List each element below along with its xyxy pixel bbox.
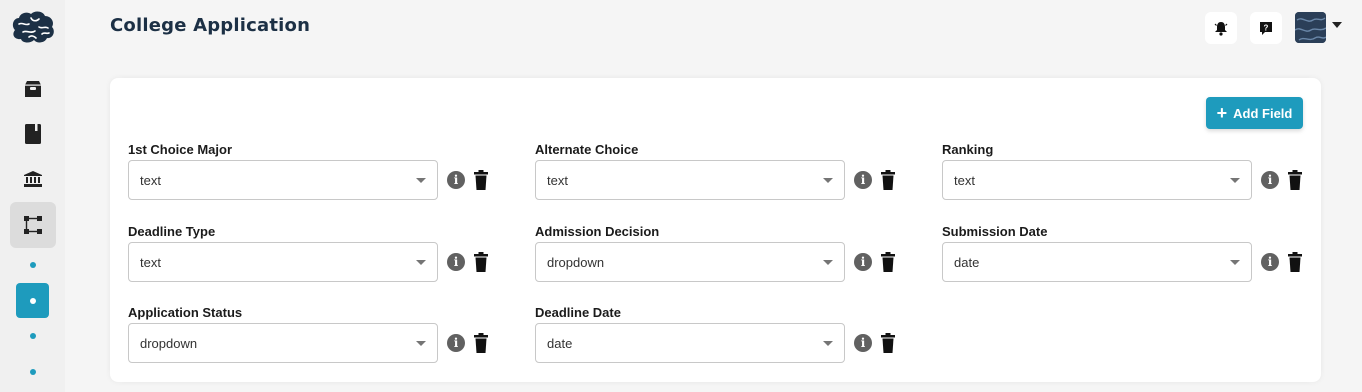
notifications-button[interactable] <box>1205 12 1237 44</box>
field-item: Deadline Type text i <box>128 224 508 294</box>
dropdown-arrow-icon <box>416 341 426 346</box>
field-type-value: date <box>954 254 980 270</box>
info-icon[interactable]: i <box>854 253 872 271</box>
sidebar-item-book[interactable] <box>10 111 56 157</box>
dropdown-arrow-icon <box>416 260 426 265</box>
add-field-label: Add Field <box>1233 105 1293 121</box>
trash-icon[interactable] <box>881 170 895 190</box>
field-label: Alternate Choice <box>535 142 639 157</box>
step-dot[interactable] <box>30 369 36 375</box>
step-dot-active[interactable] <box>16 283 49 318</box>
field-type-select[interactable]: dropdown <box>535 242 845 282</box>
trash-icon[interactable] <box>474 170 488 190</box>
field-type-select[interactable]: date <box>942 242 1252 282</box>
field-label: 1st Choice Major <box>128 142 233 157</box>
field-label: Admission Decision <box>535 224 660 239</box>
field-type-select[interactable]: text <box>128 160 438 200</box>
dropdown-arrow-icon <box>823 260 833 265</box>
page-title: College Application <box>110 15 311 36</box>
help-button[interactable]: ? <box>1250 12 1282 44</box>
bank-icon <box>24 171 42 187</box>
field-type-select[interactable]: date <box>535 323 845 363</box>
field-item: Ranking text i <box>942 142 1322 212</box>
user-avatar[interactable] <box>1295 12 1326 43</box>
field-type-value: text <box>140 172 161 188</box>
dropdown-arrow-icon <box>1230 260 1240 265</box>
info-icon[interactable]: i <box>1261 253 1279 271</box>
trash-icon[interactable] <box>474 333 488 353</box>
info-icon[interactable]: i <box>447 253 465 271</box>
dropdown-arrow-icon <box>823 178 833 183</box>
main-content: College Application ? + Add Field 1st Ch… <box>65 0 1362 392</box>
fields-card: + Add Field 1st Choice Major text i Alte… <box>110 78 1321 382</box>
field-type-value: dropdown <box>140 335 198 351</box>
info-icon[interactable]: i <box>1261 171 1279 189</box>
field-type-value: dropdown <box>547 254 605 270</box>
field-label: Ranking <box>942 142 994 157</box>
field-item: 1st Choice Major text i <box>128 142 508 212</box>
dropdown-arrow-icon <box>1230 178 1240 183</box>
brain-logo-icon[interactable] <box>9 8 57 48</box>
field-type-value: text <box>954 172 975 188</box>
sidebar <box>0 0 65 392</box>
book-icon <box>25 124 41 144</box>
sidebar-item-workflow[interactable] <box>10 202 56 248</box>
trash-icon[interactable] <box>474 252 488 272</box>
trash-icon[interactable] <box>1288 170 1302 190</box>
field-item: Deadline Date date i <box>535 305 915 375</box>
avatar-image <box>1295 12 1326 43</box>
field-label: Deadline Type <box>128 224 216 239</box>
svg-text:?: ? <box>1264 23 1269 32</box>
sidebar-item-bank[interactable] <box>10 156 56 202</box>
field-type-select[interactable]: text <box>942 160 1252 200</box>
account-menu-caret-icon[interactable] <box>1332 22 1342 28</box>
field-type-value: text <box>140 254 161 270</box>
workflow-icon <box>24 216 42 234</box>
field-label: Deadline Date <box>535 305 621 320</box>
dropdown-arrow-icon <box>823 341 833 346</box>
field-item: Submission Date date i <box>942 224 1322 294</box>
field-type-select[interactable]: text <box>128 242 438 282</box>
info-icon[interactable]: i <box>447 334 465 352</box>
step-dot[interactable] <box>30 333 36 339</box>
step-dot[interactable] <box>30 262 36 268</box>
field-type-select[interactable]: text <box>535 160 845 200</box>
add-field-button[interactable]: + Add Field <box>1206 97 1303 129</box>
field-item: Admission Decision dropdown i <box>535 224 915 294</box>
sidebar-item-archive[interactable] <box>10 66 56 112</box>
trash-icon[interactable] <box>881 333 895 353</box>
field-label: Application Status <box>128 305 243 320</box>
plus-icon: + <box>1216 103 1228 123</box>
bell-icon <box>1214 21 1228 36</box>
trash-icon[interactable] <box>881 252 895 272</box>
field-item: Application Status dropdown i <box>128 305 508 375</box>
info-icon[interactable]: i <box>854 171 872 189</box>
trash-icon[interactable] <box>1288 252 1302 272</box>
archive-icon <box>25 81 41 97</box>
field-type-value: text <box>547 172 568 188</box>
field-type-value: date <box>547 335 573 351</box>
dropdown-arrow-icon <box>416 178 426 183</box>
help-icon: ? <box>1260 21 1272 35</box>
field-label: Submission Date <box>942 224 1048 239</box>
field-type-select[interactable]: dropdown <box>128 323 438 363</box>
field-item: Alternate Choice text i <box>535 142 915 212</box>
info-icon[interactable]: i <box>447 171 465 189</box>
info-icon[interactable]: i <box>854 334 872 352</box>
